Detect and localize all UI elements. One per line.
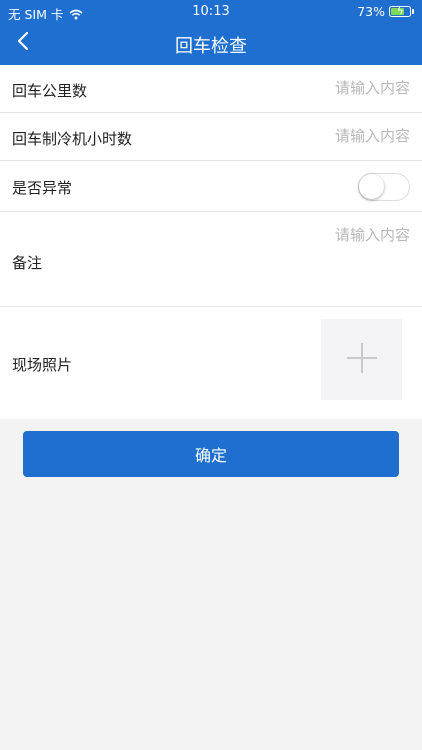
status-bar: 无 SIM 卡 10:13 73% ϟ — [0, 0, 422, 22]
add-photo-button[interactable] — [321, 319, 402, 400]
cooling-hours-label: 回车制冷机小时数 — [12, 130, 133, 148]
photos-row: 现场照片 — [0, 307, 422, 419]
abnormal-label: 是否异常 — [12, 179, 73, 197]
nav-bar: 回车检查 — [0, 22, 422, 65]
battery-icon: ϟ — [389, 6, 411, 17]
mileage-input[interactable] — [230, 79, 410, 97]
remarks-input[interactable] — [150, 224, 410, 294]
cooling-hours-input[interactable] — [230, 127, 410, 145]
plus-icon — [345, 341, 379, 379]
top-bar: 无 SIM 卡 10:13 73% ϟ 回车检查 — [0, 0, 422, 65]
mileage-row: 回车公里数 — [0, 65, 422, 113]
page-title: 回车检查 — [175, 36, 247, 57]
toggle-knob — [359, 174, 384, 199]
cooling-hours-row: 回车制冷机小时数 — [0, 113, 422, 161]
battery-status: 73% ϟ — [357, 4, 414, 19]
confirm-button[interactable]: 确定 — [23, 431, 399, 477]
battery-tip — [412, 9, 414, 14]
inspection-form: 回车公里数 回车制冷机小时数 是否异常 备注 现场照片 — [0, 65, 422, 419]
abnormal-toggle[interactable] — [358, 173, 410, 201]
photos-label: 现场照片 — [12, 356, 73, 374]
abnormal-row: 是否异常 — [0, 161, 422, 212]
battery-percent: 73% — [357, 4, 385, 19]
remarks-row: 备注 — [0, 212, 422, 307]
remarks-label: 备注 — [12, 254, 43, 272]
charging-bolt-icon: ϟ — [397, 6, 404, 17]
mileage-label: 回车公里数 — [12, 82, 88, 100]
